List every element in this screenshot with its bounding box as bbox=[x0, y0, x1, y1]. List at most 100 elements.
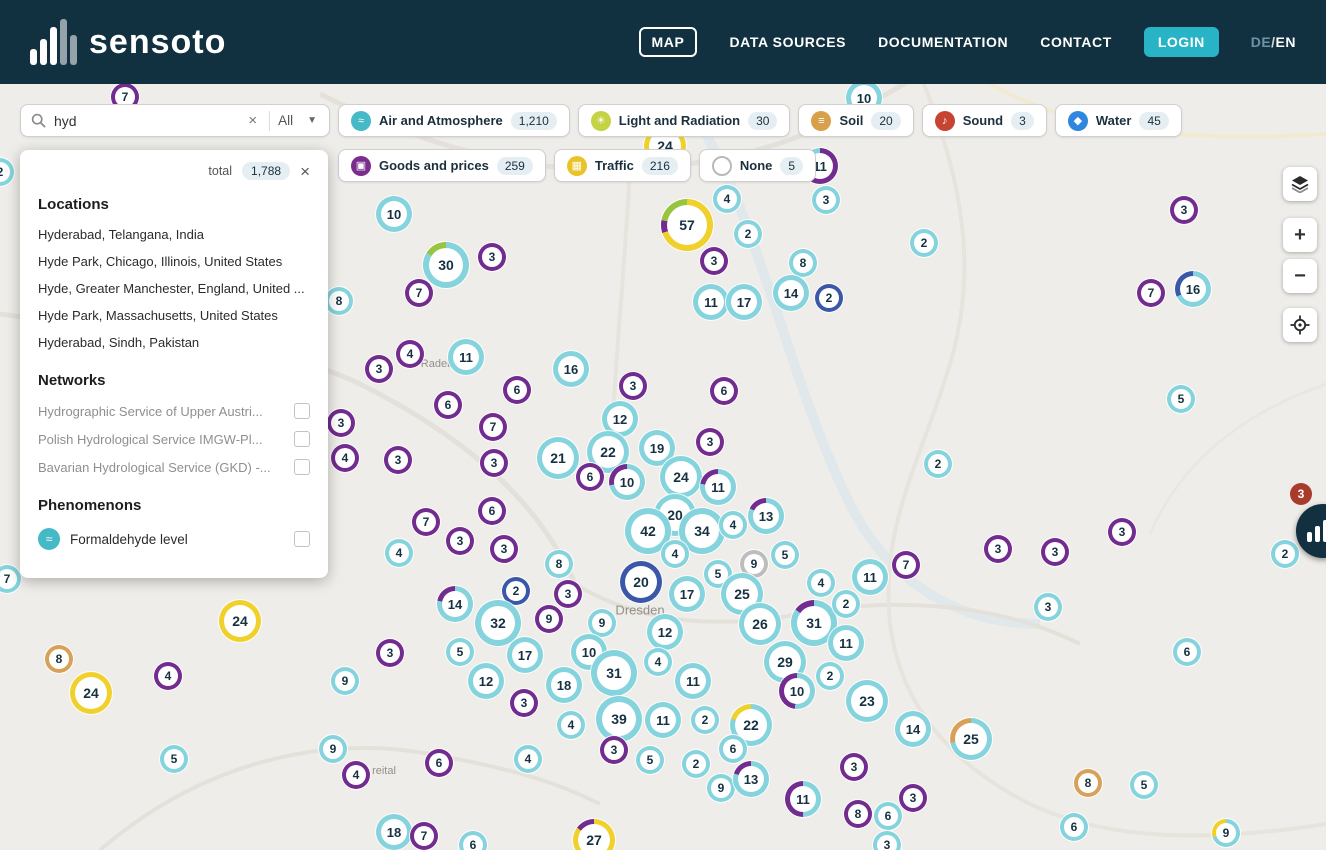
cluster-marker[interactable]: 3 bbox=[984, 535, 1012, 563]
network-result-item[interactable]: Bavarian Hydrological Service (GKD) -... bbox=[38, 460, 271, 475]
nav-data-sources[interactable]: DATA SOURCES bbox=[729, 28, 846, 56]
cluster-marker[interactable]: 6 bbox=[719, 735, 747, 763]
cluster-marker[interactable]: 11 bbox=[828, 625, 864, 661]
cluster-marker[interactable]: 6 bbox=[710, 377, 738, 405]
cluster-marker[interactable]: 3 bbox=[490, 535, 518, 563]
cluster-marker[interactable]: 11 bbox=[785, 781, 821, 817]
cluster-marker[interactable]: 6 bbox=[425, 749, 453, 777]
cluster-marker[interactable]: 25 bbox=[950, 718, 992, 760]
location-result-item[interactable]: Hyderabad, Telangana, India bbox=[38, 221, 310, 248]
cluster-marker[interactable]: 5 bbox=[1167, 385, 1195, 413]
cluster-marker[interactable]: 4 bbox=[661, 540, 689, 568]
nav-contact[interactable]: CONTACT bbox=[1040, 28, 1112, 56]
cluster-marker[interactable]: 8 bbox=[844, 800, 872, 828]
cluster-marker[interactable]: 7 bbox=[412, 508, 440, 536]
cluster-marker[interactable]: 11 bbox=[852, 559, 888, 595]
cluster-marker[interactable]: 7 bbox=[1137, 279, 1165, 307]
zoom-in-button[interactable]: + bbox=[1283, 218, 1317, 252]
cluster-marker[interactable]: 3 bbox=[384, 446, 412, 474]
filter-chip-goods-and-prices[interactable]: ▣Goods and prices259 bbox=[338, 149, 546, 182]
cluster-marker[interactable]: 3 bbox=[840, 753, 868, 781]
cluster-marker[interactable]: 10 bbox=[376, 196, 412, 232]
cluster-marker[interactable]: 2 bbox=[832, 590, 860, 618]
cluster-marker[interactable]: 24 bbox=[219, 600, 261, 642]
cluster-marker[interactable]: 4 bbox=[342, 761, 370, 789]
cluster-marker[interactable]: 4 bbox=[396, 340, 424, 368]
cluster-marker[interactable]: 23 bbox=[846, 680, 888, 722]
cluster-marker[interactable]: 9 bbox=[588, 609, 616, 637]
cluster-marker[interactable]: 3 bbox=[899, 784, 927, 812]
lang-en[interactable]: EN bbox=[1276, 34, 1296, 50]
cluster-marker[interactable]: 11 bbox=[700, 469, 736, 505]
cluster-marker[interactable]: 18 bbox=[376, 814, 412, 850]
cluster-marker[interactable]: 3 bbox=[327, 409, 355, 437]
cluster-marker[interactable]: 2 bbox=[691, 706, 719, 734]
cluster-marker[interactable]: 30 bbox=[423, 242, 469, 288]
login-button[interactable]: LOGIN bbox=[1144, 27, 1219, 57]
cluster-marker[interactable]: 11 bbox=[675, 663, 711, 699]
location-result-item[interactable]: Hyde, Greater Manchester, England, Unite… bbox=[38, 275, 310, 302]
cluster-marker[interactable]: 4 bbox=[713, 185, 741, 213]
cluster-marker[interactable]: 3 bbox=[700, 247, 728, 275]
cluster-marker[interactable]: 4 bbox=[557, 711, 585, 739]
cluster-marker[interactable]: 7 bbox=[892, 551, 920, 579]
cluster-marker[interactable]: 14 bbox=[773, 275, 809, 311]
cluster-marker[interactable]: 6 bbox=[503, 376, 531, 404]
cluster-marker[interactable]: 39 bbox=[596, 696, 642, 742]
cluster-marker[interactable]: 18 bbox=[546, 667, 582, 703]
cluster-marker[interactable]: 7 bbox=[405, 279, 433, 307]
cluster-marker[interactable]: 7 bbox=[479, 413, 507, 441]
cluster-marker[interactable]: 6 bbox=[576, 463, 604, 491]
cluster-marker[interactable]: 6 bbox=[478, 497, 506, 525]
cluster-marker[interactable]: 13 bbox=[748, 498, 784, 534]
cluster-marker[interactable]: 20 bbox=[620, 561, 662, 603]
cluster-marker[interactable]: 4 bbox=[644, 648, 672, 676]
cluster-marker[interactable]: 4 bbox=[514, 745, 542, 773]
cluster-marker[interactable]: 11 bbox=[645, 702, 681, 738]
cluster-marker[interactable]: 2 bbox=[924, 450, 952, 478]
cluster-marker[interactable]: 9 bbox=[1212, 819, 1240, 847]
cluster-marker[interactable]: 2 bbox=[1271, 540, 1299, 568]
search-input[interactable] bbox=[54, 113, 244, 129]
cluster-marker[interactable]: 5 bbox=[446, 638, 474, 666]
cluster-marker[interactable]: 4 bbox=[385, 539, 413, 567]
cluster-marker[interactable]: 8 bbox=[1074, 769, 1102, 797]
cluster-marker[interactable]: 3 bbox=[446, 527, 474, 555]
network-checkbox[interactable] bbox=[294, 431, 310, 447]
location-result-item[interactable]: Hyde Park, Chicago, Illinois, United Sta… bbox=[38, 248, 310, 275]
cluster-marker[interactable]: 9 bbox=[535, 605, 563, 633]
search-filter-dropdown[interactable]: All ▼ bbox=[278, 113, 319, 128]
cluster-marker[interactable]: 21 bbox=[537, 437, 579, 479]
cluster-marker[interactable]: 10 bbox=[609, 464, 645, 500]
filter-chip-soil[interactable]: ≡Soil20 bbox=[798, 104, 913, 137]
network-result-item[interactable]: Polish Hydrological Service IMGW-Pl... bbox=[38, 432, 262, 447]
phenomenon-checkbox[interactable] bbox=[294, 531, 310, 547]
filter-chip-air-and-atmosphere[interactable]: ≈Air and Atmosphere1,210 bbox=[338, 104, 570, 137]
cluster-marker[interactable]: 3 bbox=[812, 186, 840, 214]
cluster-marker[interactable]: 4 bbox=[719, 511, 747, 539]
cluster-marker[interactable]: 2 bbox=[910, 229, 938, 257]
cluster-marker[interactable]: 3 bbox=[1041, 538, 1069, 566]
cluster-marker[interactable]: 57 bbox=[661, 199, 713, 251]
locate-button[interactable] bbox=[1283, 308, 1317, 342]
cluster-marker[interactable]: 4 bbox=[154, 662, 182, 690]
zoom-out-button[interactable]: − bbox=[1283, 259, 1317, 293]
layers-button[interactable] bbox=[1283, 167, 1317, 201]
nav-map[interactable]: MAP bbox=[639, 27, 698, 57]
location-result-item[interactable]: Hyderabad, Sindh, Pakistan bbox=[38, 329, 310, 356]
cluster-marker[interactable]: 4 bbox=[807, 569, 835, 597]
filter-chip-light-and-radiation[interactable]: ☀Light and Radiation30 bbox=[578, 104, 791, 137]
cluster-marker[interactable]: 9 bbox=[331, 667, 359, 695]
brand-logo[interactable]: sensoto bbox=[30, 19, 226, 65]
cluster-marker[interactable]: 7 bbox=[410, 822, 438, 850]
cluster-marker[interactable]: 3 bbox=[478, 243, 506, 271]
cluster-marker[interactable]: 2 bbox=[734, 220, 762, 248]
cluster-marker[interactable]: 5 bbox=[636, 746, 664, 774]
clear-search-button[interactable]: × bbox=[244, 112, 261, 129]
cluster-marker[interactable]: 3 bbox=[554, 580, 582, 608]
cluster-marker[interactable]: 3 bbox=[376, 639, 404, 667]
lang-de[interactable]: DE bbox=[1251, 34, 1271, 50]
cluster-marker[interactable]: 13 bbox=[733, 761, 769, 797]
cluster-marker[interactable]: 8 bbox=[789, 249, 817, 277]
cluster-marker[interactable]: 11 bbox=[448, 339, 484, 375]
